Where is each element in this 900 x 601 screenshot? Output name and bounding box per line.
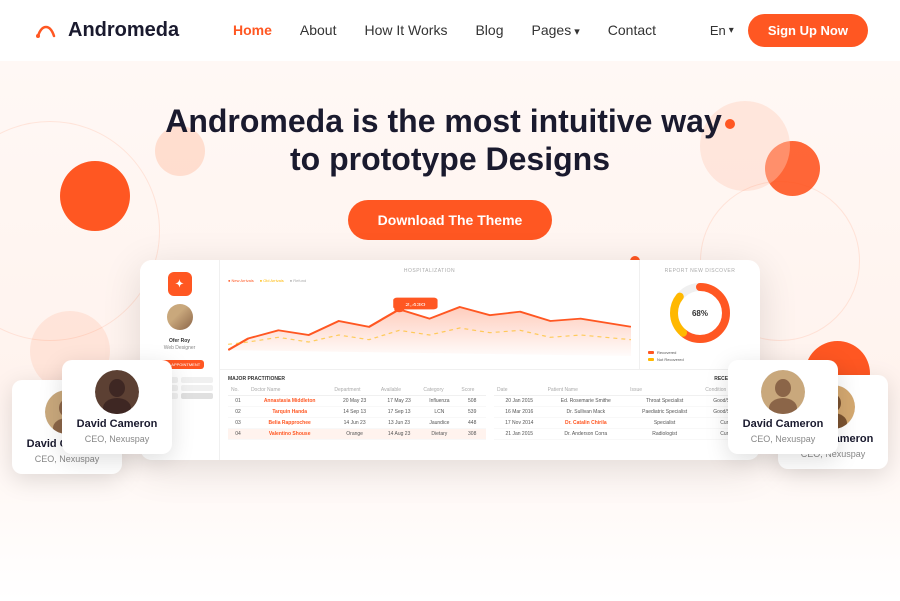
- avatar-bottom-left: [95, 370, 139, 414]
- dashboard-top-panels: Hospitalization ● New Arrivals ● Old Arr…: [220, 260, 760, 370]
- table-title-left: MAJOR PRACTITIONER: [228, 376, 285, 382]
- nav-about[interactable]: About: [300, 22, 337, 40]
- profile-name-bottom-right: David Cameron: [743, 418, 824, 430]
- profile-card-bottom-left: David Cameron CEO, Nexuspay: [62, 360, 172, 454]
- svg-text:68%: 68%: [692, 309, 708, 318]
- profile-role-bottom-right: CEO, Nexuspay: [751, 434, 816, 444]
- th-id: No.: [228, 385, 248, 396]
- table-row: 03 Belia Rapprochee 14 Jun 23 13 Jun 23 …: [228, 418, 486, 429]
- profile-name-bottom-left: David Cameron: [77, 418, 158, 430]
- dash-logo: ✦: [168, 272, 192, 296]
- profile-card-bottom-right: David Cameron CEO, Nexuspay: [728, 360, 838, 454]
- table-row: 16 Mar 2016 Dr. Sullivan Mack Paediatric…: [494, 407, 752, 418]
- dashboard-table-area: MAJOR PRACTITIONER RECENT VISITS No. Doc…: [220, 370, 760, 460]
- nav-home[interactable]: Home: [233, 22, 272, 40]
- svg-text:2,430: 2,430: [405, 302, 426, 307]
- deco-dot-title: [725, 119, 735, 129]
- nav-contact-link[interactable]: Contact: [608, 22, 656, 38]
- hero-title-line2: to prototype Designs: [32, 141, 868, 178]
- th-name: Doctor Name: [248, 385, 331, 396]
- nav-blog[interactable]: Blog: [475, 22, 503, 40]
- hero-section: Andromeda is the most intuitive way to p…: [0, 61, 900, 601]
- signup-button[interactable]: Sign Up Now: [748, 14, 868, 47]
- logo[interactable]: Andromeda: [32, 17, 179, 45]
- table-row: 01 Annastasia Middleton 20 May 23 17 May…: [228, 396, 486, 407]
- table-row: 21 Jan 2015 Dr. Anderson Corra Radiologi…: [494, 429, 752, 440]
- th-cat: Category: [420, 385, 458, 396]
- nav-home-link[interactable]: Home: [233, 22, 272, 38]
- nav-right: En Sign Up Now: [710, 14, 868, 47]
- nav-links: Home About How It Works Blog Pages Conta…: [233, 22, 656, 40]
- dashboard-inner: ✦ Ofer Roy Web Designer BOOK APPOINTMENT: [140, 260, 760, 460]
- dash-profile-info: Ofer Roy Web Designer: [164, 338, 196, 352]
- nav-contact[interactable]: Contact: [608, 22, 656, 40]
- th-dept: Department: [331, 385, 377, 396]
- dashboard-panel-chart: Hospitalization ● New Arrivals ● Old Arr…: [220, 260, 640, 369]
- chart-line-svg: 2,430: [228, 286, 631, 356]
- navbar: Andromeda Home About How It Works Blog P…: [0, 0, 900, 61]
- dashboard-wrapper: ✦ Ofer Roy Web Designer BOOK APPOINTMENT: [32, 260, 868, 460]
- avatar-bottom-right: [761, 370, 805, 414]
- panel2-label: Report New Discover: [648, 268, 752, 274]
- nav-pages[interactable]: Pages: [532, 22, 580, 40]
- rv-th-issue: Issue: [627, 385, 702, 396]
- table-section-headers: MAJOR PRACTITIONER RECENT VISITS: [228, 376, 752, 382]
- rv-th-name: Patient Name: [545, 385, 627, 396]
- table-row: 20 Jan 2015 Ed. Rosemarie Smithe Throat …: [494, 396, 752, 407]
- nav-pages-link[interactable]: Pages: [532, 22, 580, 38]
- avatar-img-bottom-right: [761, 370, 805, 414]
- nav-blog-link[interactable]: Blog: [475, 22, 503, 38]
- language-button[interactable]: En: [710, 23, 734, 38]
- nav-how-link[interactable]: How It Works: [364, 22, 447, 38]
- nav-how[interactable]: How It Works: [364, 22, 447, 40]
- avatar-img-bottom-left: [95, 370, 139, 414]
- donut-chart: 68%: [648, 278, 752, 348]
- dashboard-preview: ✦ Ofer Roy Web Designer BOOK APPOINTMENT: [140, 260, 760, 460]
- donut-svg: 68%: [665, 278, 735, 348]
- recent-visits-table: Date Patient Name Issue Condition 20 Jan…: [494, 385, 752, 440]
- profile-role-mid-left: CEO, Nexuspay: [35, 454, 100, 464]
- hero-title-line1: Andromeda is the most intuitive way: [32, 101, 868, 141]
- dashboard-main-content: Hospitalization ● New Arrivals ● Old Arr…: [220, 260, 760, 460]
- table-row: 17 Nov 2014 Dr. Catalin Chirila Speciali…: [494, 418, 752, 429]
- practitioners-table: No. Doctor Name Department Available Cat…: [228, 385, 486, 440]
- th-date: Available: [378, 385, 420, 396]
- panel1-label: Hospitalization: [228, 268, 631, 274]
- logo-icon: [32, 17, 60, 45]
- table-columns-wrapper: No. Doctor Name Department Available Cat…: [228, 385, 752, 440]
- brand-name: Andromeda: [68, 19, 179, 42]
- table-row: 02 Tarquin Handa 14 Sep 13 17 Sep 13 LCN…: [228, 407, 486, 418]
- dash-profile-avatar: [167, 304, 193, 330]
- nav-about-link[interactable]: About: [300, 22, 337, 38]
- hero-title-text1: Andromeda is the most intuitive way: [165, 103, 722, 139]
- table-row: 04 Valentino Shouse Orange 14 Aug 23 Die…: [228, 429, 486, 440]
- profile-role-bottom-left: CEO, Nexuspay: [85, 434, 150, 444]
- th-score: Score: [458, 385, 486, 396]
- rv-th-date: Date: [494, 385, 545, 396]
- dashboard-panel-donut: Report New Discover 68%: [640, 260, 760, 369]
- download-button[interactable]: Download The Theme: [348, 200, 553, 240]
